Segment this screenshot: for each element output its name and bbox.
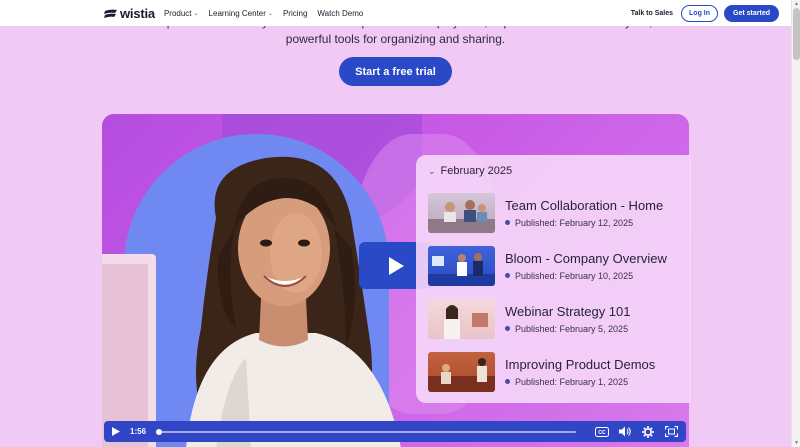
page-scrollbar[interactable]: ▲ ▼ [791,0,800,447]
nav-links: Product ⌄ Learning Center ⌄ Pricing Watc… [164,9,363,18]
presenter-illustration [186,156,401,447]
current-time: 1:56 [130,427,147,436]
hero-description-line2: powerful tools for organizing and sharin… [285,32,506,46]
get-started-button[interactable]: Get started [724,4,779,22]
progress-handle[interactable] [156,428,163,435]
nav-learning-center-label: Learning Center [208,8,266,18]
playlist-panel: ⌄ February 2025 Team Collaboration - Hom… [416,155,691,403]
thumbnail-illustration [428,252,495,286]
playlist-item-date: Published: February 10, 2025 [515,270,634,281]
progress-bar[interactable] [156,428,576,435]
video-thumbnail [428,351,495,392]
talk-to-sales-link[interactable]: Talk to Sales [631,10,673,17]
thumbnail-illustration [428,199,495,233]
background-monitor-screen [102,264,148,447]
playlist-item[interactable]: Bloom - Company Overview Published: Febr… [428,239,691,292]
playlist-item[interactable]: Webinar Strategy 101 Published: February… [428,292,691,345]
nav-pricing[interactable]: Pricing [283,9,307,18]
playlist-item-title: Webinar Strategy 101 [505,303,631,319]
login-button[interactable]: Log In [681,4,719,22]
wistia-logo-icon [104,9,117,18]
video-thumbnail [428,298,495,339]
video-controls: 1:56 CC [104,421,686,442]
nav-watch-demo-label: Watch Demo [317,8,364,18]
settings-button[interactable] [641,425,655,438]
playlist-item-title: Bloom - Company Overview [505,250,667,266]
control-play-button[interactable] [112,427,122,437]
top-nav: wistia Product ⌄ Learning Center ⌄ Prici… [0,0,791,26]
thumbnail-illustration [444,304,488,339]
scroll-down-icon[interactable]: ▼ [793,440,800,446]
play-icon [388,256,404,275]
video-thumbnail [428,192,495,233]
captions-button[interactable]: CC [595,426,609,438]
start-free-trial-button[interactable]: Start a free trial [339,57,452,86]
volume-icon [618,426,631,437]
nav-product[interactable]: Product ⌄ [164,9,199,18]
logo-text: wistia [120,5,155,21]
wistia-logo[interactable]: wistia [104,6,155,21]
play-icon [112,427,120,436]
bullet-dot [505,326,510,331]
bullet-dot [505,379,510,384]
captions-icon: CC [595,426,609,437]
nav-watch-demo[interactable]: Watch Demo [317,9,363,18]
gear-icon [642,425,654,438]
scroll-up-icon[interactable]: ▲ [793,1,800,7]
thumbnail-illustration [428,357,495,392]
chevron-down-icon: ⌄ [428,165,436,176]
chevron-down-icon: ⌄ [267,10,273,17]
nav-learning-center[interactable]: Learning Center ⌄ [209,9,273,18]
fullscreen-icon [664,426,678,437]
playlist-item-date: Published: February 12, 2025 [515,217,634,228]
video-thumbnail [428,245,495,286]
playlist-item-title: Team Collaboration - Home [505,197,664,213]
fullscreen-button[interactable] [664,426,678,438]
playlist-month-label: February 2025 [440,165,513,177]
nav-actions: Talk to Sales Log In Get started [631,4,779,22]
nav-pricing-label: Pricing [282,8,308,18]
playlist-item-date: Published: February 5, 2025 [515,323,629,334]
svg-text:CC: CC [598,430,606,436]
playlist-item-title: Improving Product Demos [505,356,656,372]
chevron-down-icon: ⌄ [193,10,199,17]
playlist-item[interactable]: Team Collaboration - Home Published: Feb… [428,186,691,239]
bullet-dot [505,220,510,225]
playlist-item[interactable]: Improving Product Demos Published: Febru… [428,345,691,398]
playlist-month-header[interactable]: ⌄ February 2025 [428,165,691,177]
volume-button[interactable] [618,426,632,438]
bullet-dot [505,273,510,278]
scrollbar-thumb[interactable] [793,8,800,60]
nav-product-label: Product [163,8,192,18]
playlist-item-date: Published: February 1, 2025 [515,376,629,387]
